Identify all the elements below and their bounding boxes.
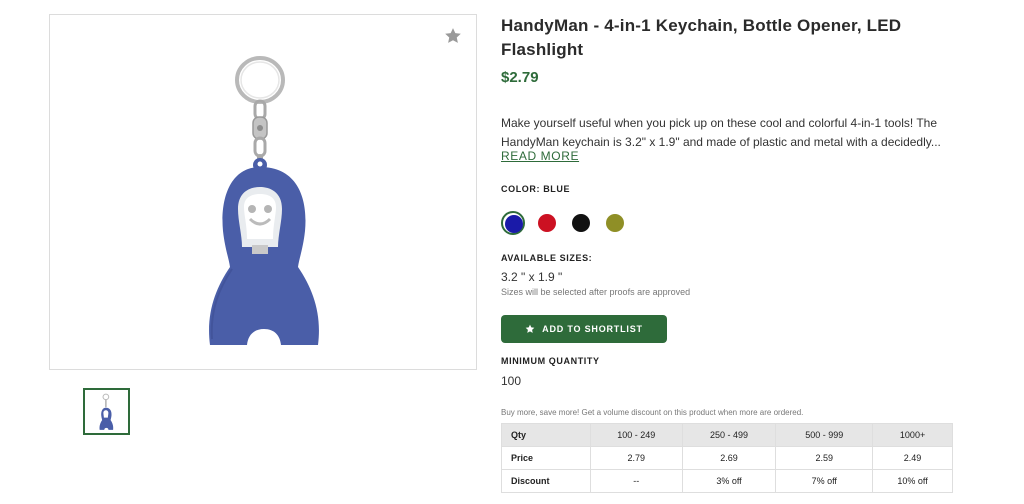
table-row: Price 2.79 2.69 2.59 2.49 [501,446,953,470]
shortlist-button-label: ADD TO SHORTLIST [542,324,643,334]
table-header: 250 - 499 [681,423,777,447]
sizes-label: AVAILABLE SIZES: [501,253,593,263]
table-cell: 10% off [872,469,953,493]
pricing-table: Qty 100 - 249 250 - 499 500 - 999 1000+ … [501,423,953,493]
swatch-red[interactable] [535,211,559,235]
table-row: Discount -- 3% off 7% off 10% off [501,469,953,493]
product-price: $2.79 [501,69,539,86]
swatch-blue[interactable] [501,211,525,235]
table-header: 100 - 249 [589,423,683,447]
table-cell: -- [589,469,683,493]
size-note: Sizes will be selected after proofs are … [501,287,691,297]
table-header: 500 - 999 [775,423,874,447]
table-cell: 2.69 [681,446,777,470]
size-value: 3.2 " x 1.9 " [501,270,563,284]
swatch-olive[interactable] [603,211,627,235]
table-cell: Price [501,446,591,470]
keychain-thumbnail-icon [99,393,114,430]
product-image-panel [49,14,477,370]
minimum-quantity-value: 100 [501,374,522,388]
table-header: Qty [501,423,591,447]
table-cell: Discount [501,469,591,493]
read-more-link[interactable]: READ MORE [501,149,579,163]
table-cell: 2.79 [589,446,683,470]
table-cell: 2.59 [775,446,874,470]
minimum-quantity-label: MINIMUM QUANTITY [501,356,600,366]
product-image [209,56,319,345]
color-label: COLOR: BLUE [501,184,571,194]
thumbnail-image[interactable] [83,388,130,435]
table-cell: 2.49 [872,446,953,470]
product-title: HandyMan - 4-in-1 Keychain, Bottle Opene… [501,16,902,59]
star-icon[interactable] [444,27,462,45]
table-cell: 3% off [681,469,777,493]
table-cell: 7% off [775,469,874,493]
star-icon [525,324,535,333]
add-to-shortlist-button[interactable]: ADD TO SHORTLIST [501,315,667,343]
table-header: 1000+ [872,423,953,447]
pricing-header-row: Qty 100 - 249 250 - 499 500 - 999 1000+ [501,423,953,447]
product-description: Make yourself useful when you pick up on… [501,116,941,149]
swatch-black[interactable] [569,211,593,235]
volume-discount-note: Buy more, save more! Get a volume discou… [501,408,804,417]
